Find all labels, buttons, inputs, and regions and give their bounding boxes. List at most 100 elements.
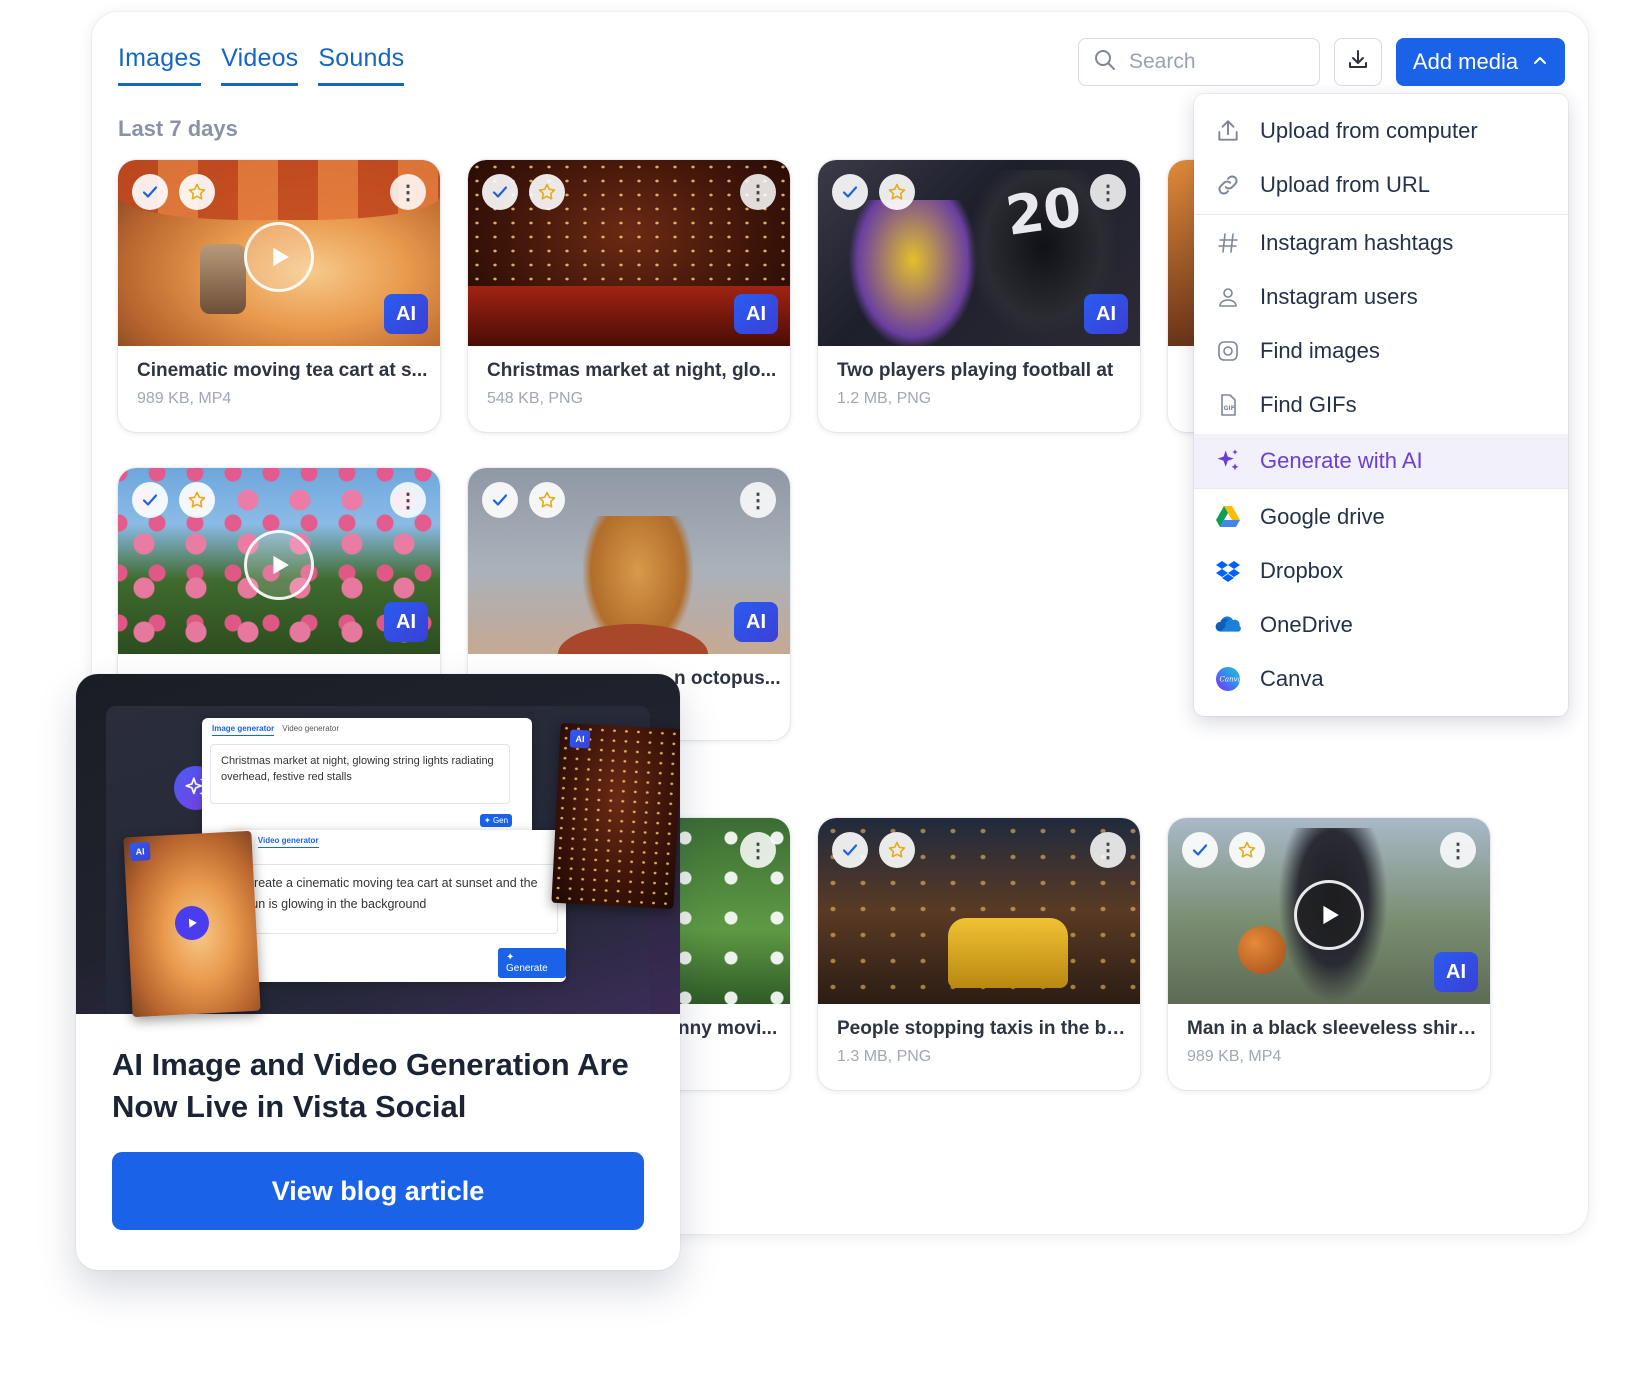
menu-item-label: Find images	[1260, 338, 1380, 363]
media-card[interactable]: 20 ⋮ AI Two players playing football at …	[818, 160, 1140, 432]
search-box[interactable]	[1078, 38, 1320, 86]
mini-ai-badge: AI	[569, 729, 591, 749]
mini-generate-button: ✦ Generate	[498, 948, 566, 978]
card-title: Christmas market at night, glo...	[487, 360, 777, 381]
star-icon[interactable]	[1229, 832, 1265, 868]
checkmark-icon[interactable]	[132, 174, 168, 210]
menu-item-label: Instagram hashtags	[1260, 230, 1454, 255]
menu-item-label: OneDrive	[1260, 612, 1353, 637]
promo-card: Image generator Video generator Christma…	[76, 674, 680, 1270]
star-icon[interactable]	[529, 174, 565, 210]
ai-badge: AI	[734, 294, 778, 334]
star-icon[interactable]	[179, 482, 215, 518]
checkmark-icon[interactable]	[832, 832, 868, 868]
tab-videos[interactable]: Videos	[221, 44, 299, 86]
google-drive-icon	[1214, 503, 1242, 531]
ai-badge: AI	[1084, 294, 1128, 334]
media-card[interactable]: ⋮ AI Christmas market at night, glo... 5…	[468, 160, 790, 432]
play-icon[interactable]	[244, 529, 314, 600]
menu-item-label: Instagram users	[1260, 284, 1418, 309]
menu-item-canva[interactable]: Canva Canva	[1194, 652, 1568, 706]
play-icon	[174, 905, 210, 941]
onedrive-icon	[1214, 611, 1242, 639]
menu-item-upload-url[interactable]: Upload from URL	[1194, 158, 1568, 212]
card-title: n octopus...	[674, 668, 781, 689]
card-meta: 1.2 MB, PNG	[837, 390, 932, 407]
canva-icon: Canva	[1214, 665, 1242, 693]
card-meta: 989 KB, MP4	[137, 390, 232, 407]
menu-item-label: Find GIFs	[1260, 392, 1357, 417]
mini-image-generator-panel: Image generator Video generator Christma…	[202, 718, 532, 838]
menu-item-upload-computer[interactable]: Upload from computer	[1194, 104, 1568, 158]
star-icon[interactable]	[179, 174, 215, 210]
mini-prompt-image: Christmas market at night, glowing strin…	[210, 744, 510, 804]
play-icon[interactable]	[1294, 879, 1364, 950]
more-options-icon[interactable]: ⋮	[740, 174, 776, 210]
media-card[interactable]: ⋮ AI Cinematic moving tea cart at s... 9…	[118, 160, 440, 432]
promo-app-frame: Image generator Video generator Christma…	[106, 706, 680, 1018]
more-options-icon[interactable]: ⋮	[1440, 832, 1476, 868]
camera-icon	[1214, 337, 1242, 365]
star-icon[interactable]	[879, 174, 915, 210]
more-options-icon[interactable]: ⋮	[390, 174, 426, 210]
more-options-icon[interactable]: ⋮	[1090, 832, 1126, 868]
menu-item-instagram-hashtags[interactable]: Instagram hashtags	[1194, 216, 1568, 270]
add-media-dropdown: Upload from computer Upload from URL Ins…	[1194, 94, 1568, 716]
download-button[interactable]	[1334, 38, 1382, 86]
tab-sounds[interactable]: Sounds	[318, 44, 405, 86]
promo-illustration: Image generator Video generator Christma…	[76, 674, 680, 1018]
card-meta: 1.3 MB, PNG	[837, 1048, 932, 1065]
star-icon[interactable]	[529, 482, 565, 518]
ai-badge: AI	[384, 602, 428, 642]
view-blog-article-button[interactable]: View blog article	[112, 1152, 644, 1230]
card-meta: 548 KB, PNG	[487, 390, 584, 407]
thumbnail-football: 20 ⋮ AI	[818, 160, 1140, 346]
card-title: Cinematic moving tea cart at s...	[137, 360, 428, 381]
checkmark-icon[interactable]	[482, 174, 518, 210]
more-options-icon[interactable]: ⋮	[740, 832, 776, 868]
menu-divider	[1194, 214, 1568, 215]
mini-prompt-video: Create a cinematic moving tea cart at su…	[234, 864, 558, 934]
search-icon	[1093, 48, 1117, 77]
upload-icon	[1214, 117, 1242, 145]
menu-divider	[1194, 488, 1568, 489]
gif-icon: GIF	[1214, 391, 1242, 419]
hashtag-icon	[1214, 229, 1242, 257]
add-media-button[interactable]: Add media	[1396, 38, 1565, 86]
sparkle-icon	[1214, 447, 1242, 475]
menu-item-onedrive[interactable]: OneDrive	[1194, 598, 1568, 652]
media-card[interactable]: ⋮ AI Man in a black sleeveless shirt... …	[1168, 818, 1490, 1090]
more-options-icon[interactable]: ⋮	[390, 482, 426, 518]
thumbnail-dog: ⋮ AI	[468, 468, 790, 654]
ai-badge: AI	[384, 294, 428, 334]
menu-item-find-gifs[interactable]: GIF Find GIFs	[1194, 378, 1568, 432]
dropbox-icon	[1214, 557, 1242, 585]
play-icon[interactable]	[244, 221, 314, 292]
menu-item-generate-ai[interactable]: Generate with AI	[1194, 434, 1568, 488]
search-input[interactable]	[1129, 50, 1299, 74]
media-card[interactable]: ⋮ People stopping taxis in the bu... 1.3…	[818, 818, 1140, 1090]
checkmark-icon[interactable]	[1182, 832, 1218, 868]
menu-item-label: Upload from URL	[1260, 172, 1430, 197]
menu-item-dropbox[interactable]: Dropbox	[1194, 544, 1568, 598]
more-options-icon[interactable]: ⋮	[740, 482, 776, 518]
checkmark-icon[interactable]	[482, 482, 518, 518]
mini-photo-market: AI	[551, 722, 680, 910]
tab-images[interactable]: Images	[118, 44, 202, 86]
mini-ai-badge: AI	[129, 842, 151, 862]
mini-photo-teacart: AI	[123, 830, 261, 1018]
menu-item-label: Google drive	[1260, 504, 1385, 529]
ai-badge: AI	[734, 602, 778, 642]
thumbnail-christmas-market: ⋮ AI	[468, 160, 790, 346]
checkmark-icon[interactable]	[832, 174, 868, 210]
star-icon[interactable]	[879, 832, 915, 868]
promo-title: AI Image and Video Generation Are Now Li…	[112, 1047, 629, 1124]
menu-item-find-images[interactable]: Find images	[1194, 324, 1568, 378]
more-options-icon[interactable]: ⋮	[1090, 174, 1126, 210]
menu-item-google-drive[interactable]: Google drive	[1194, 490, 1568, 544]
mini-tab-video-active: Video generator	[257, 836, 319, 848]
checkmark-icon[interactable]	[132, 482, 168, 518]
mini-tab-video: Video generator	[282, 724, 340, 733]
mini-generate-button-partial: ✦ Gen	[480, 814, 513, 827]
menu-item-instagram-users[interactable]: Instagram users	[1194, 270, 1568, 324]
